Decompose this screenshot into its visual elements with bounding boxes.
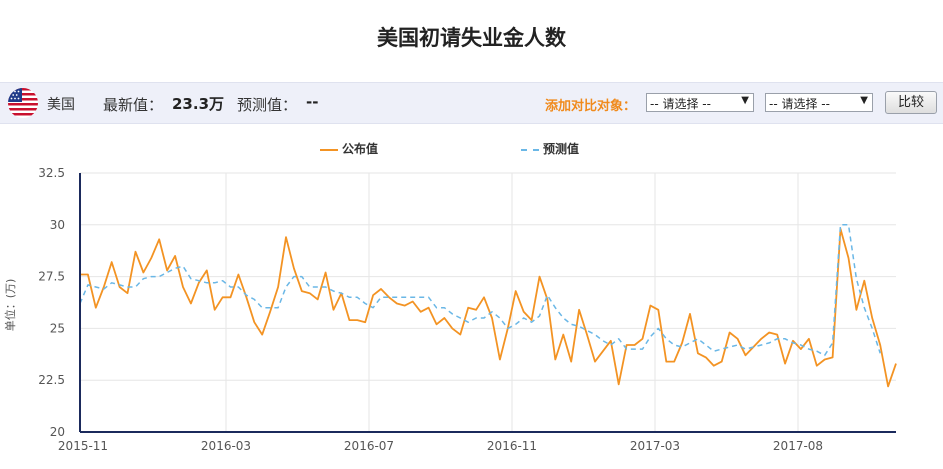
y-tick-label: 22.5 bbox=[38, 373, 65, 387]
x-tick-label: 2016-03 bbox=[201, 439, 251, 453]
y-tick-label: 25 bbox=[50, 321, 65, 335]
y-tick-label: 30 bbox=[50, 218, 65, 232]
x-tick-label: 2016-11 bbox=[487, 439, 537, 453]
x-tick-label: 2015-11 bbox=[58, 439, 108, 453]
series-line-forecast bbox=[79, 224, 881, 357]
y-tick-label: 20 bbox=[50, 425, 65, 439]
x-tick-label: 2016-07 bbox=[344, 439, 394, 453]
x-tick-label: 2017-08 bbox=[773, 439, 823, 453]
chart-canvas: 20 22.5 25 27.5 30 32.5 2015-11 2016-03 2016-07 2… bbox=[38, 166, 897, 453]
series-line-published bbox=[80, 227, 897, 388]
y-tick-label: 32.5 bbox=[38, 166, 65, 180]
y-tick-label: 27.5 bbox=[38, 270, 65, 284]
x-tick-label: 2017-03 bbox=[630, 439, 680, 453]
